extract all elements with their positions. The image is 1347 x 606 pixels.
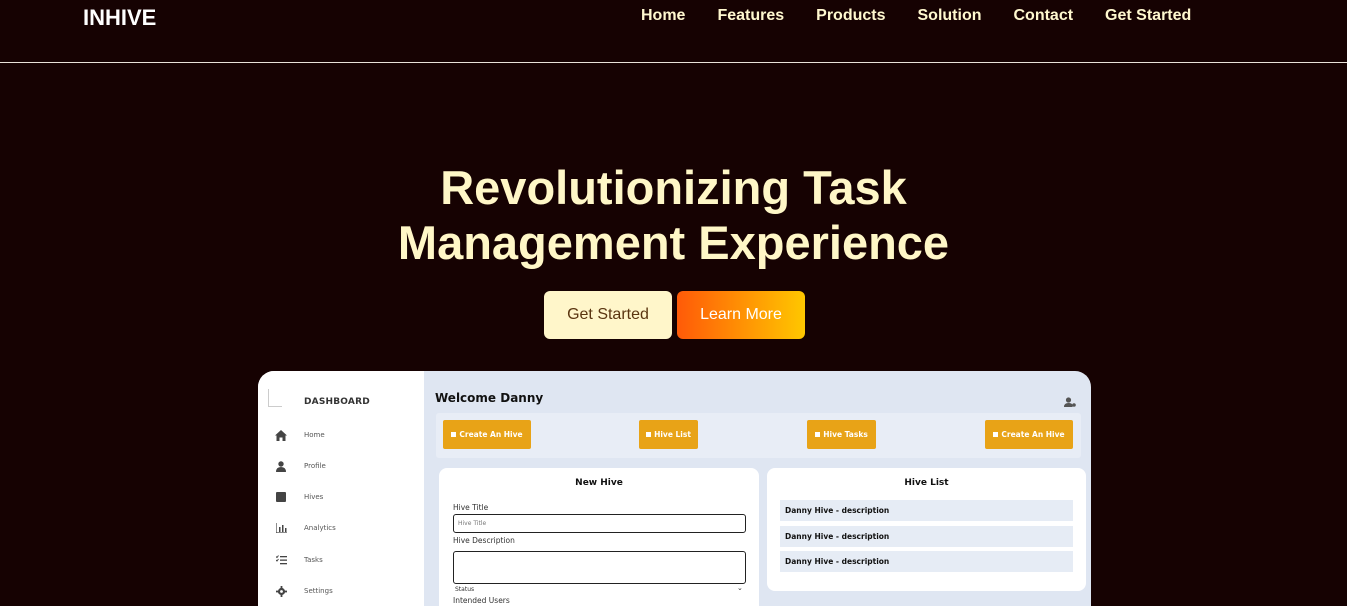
hive-description-textarea[interactable] [453, 551, 746, 584]
sidebar-item-label: Home [304, 431, 325, 439]
hive-title-input[interactable]: Hive Title [453, 514, 746, 533]
sidebar-item-settings[interactable]: Settings [275, 584, 333, 598]
square-icon [815, 432, 821, 437]
hive-title-label: Hive Title [453, 503, 489, 512]
new-hive-title: New Hive [575, 478, 623, 488]
sidebar-item-hives[interactable]: Hives [275, 490, 323, 504]
checklist-icon [275, 554, 287, 566]
status-select[interactable]: Status [455, 586, 474, 593]
dashboard-preview: DASHBOARD Home Profile Hives Analytics T… [258, 371, 1091, 606]
square-icon [451, 432, 457, 437]
sidebar-item-label: Settings [304, 587, 333, 595]
nav-links: Home Features Products Solution Contact … [641, 7, 1191, 25]
hive-description-label: Hive Description [453, 536, 515, 545]
new-hive-card: New Hive Hive Title Hive Title Hive Desc… [439, 468, 759, 606]
button-label: Hive Tasks [823, 430, 868, 439]
nav-link-products[interactable]: Products [816, 7, 885, 25]
list-item[interactable]: Danny Hive - description [780, 500, 1073, 521]
button-label: Create An Hive [459, 430, 523, 439]
sidebar-item-home[interactable]: Home [275, 428, 325, 442]
intended-users-label: Intended Users [453, 596, 510, 605]
hero-title: Revolutionizing Task Management Experien… [0, 160, 1347, 270]
sidebar-title: DASHBOARD [304, 397, 370, 407]
sidebar-item-profile[interactable]: Profile [275, 459, 326, 473]
nav-link-get-started[interactable]: Get Started [1105, 7, 1191, 25]
sidebar-item-tasks[interactable]: Tasks [275, 553, 323, 567]
button-label: Create An Hive [1001, 430, 1065, 439]
bar-chart-icon [275, 522, 287, 534]
hero-title-line-1: Revolutionizing Task [440, 161, 907, 214]
nav-link-features[interactable]: Features [717, 7, 784, 25]
button-label: Hive List [654, 430, 691, 439]
gear-icon [275, 585, 287, 597]
hero-title-line-2: Management Experience [397, 216, 950, 269]
sidebar-item-label: Tasks [304, 556, 323, 564]
broken-image-icon [268, 389, 282, 407]
user-settings-icon[interactable] [1064, 393, 1076, 407]
nav-link-home[interactable]: Home [641, 7, 685, 25]
learn-more-button[interactable]: Learn More [677, 291, 805, 339]
square-icon [275, 491, 287, 503]
nav-link-solution[interactable]: Solution [918, 7, 982, 25]
square-icon [646, 432, 652, 437]
sidebar-item-label: Hives [304, 493, 324, 501]
dashboard-sidebar: DASHBOARD Home Profile Hives Analytics T… [258, 371, 424, 606]
sidebar-item-analytics[interactable]: Analytics [275, 521, 336, 535]
get-started-button[interactable]: Get Started [544, 291, 672, 339]
create-hive-button-secondary[interactable]: Create An Hive [985, 420, 1073, 449]
user-icon [275, 460, 287, 472]
square-icon [993, 432, 999, 437]
nav-link-contact[interactable]: Contact [1013, 7, 1073, 25]
hive-tasks-button[interactable]: Hive Tasks [807, 420, 876, 449]
logo[interactable]: INHIVE [83, 5, 156, 31]
welcome-heading: Welcome Danny [435, 391, 544, 405]
hive-list-title: Hive List [904, 478, 949, 488]
hive-list-button[interactable]: Hive List [639, 420, 698, 449]
sidebar-item-label: Profile [304, 462, 326, 470]
create-hive-button[interactable]: Create An Hive [443, 420, 531, 449]
top-nav: INHIVE Home Features Products Solution C… [0, 0, 1347, 63]
sidebar-item-label: Analytics [304, 524, 336, 532]
list-item[interactable]: Danny Hive - description [780, 526, 1073, 547]
hive-list-card: Hive List Danny Hive - description Danny… [767, 468, 1086, 591]
chevron-down-icon[interactable]: ⌄ [737, 584, 743, 592]
home-icon [275, 429, 287, 441]
list-item[interactable]: Danny Hive - description [780, 551, 1073, 572]
